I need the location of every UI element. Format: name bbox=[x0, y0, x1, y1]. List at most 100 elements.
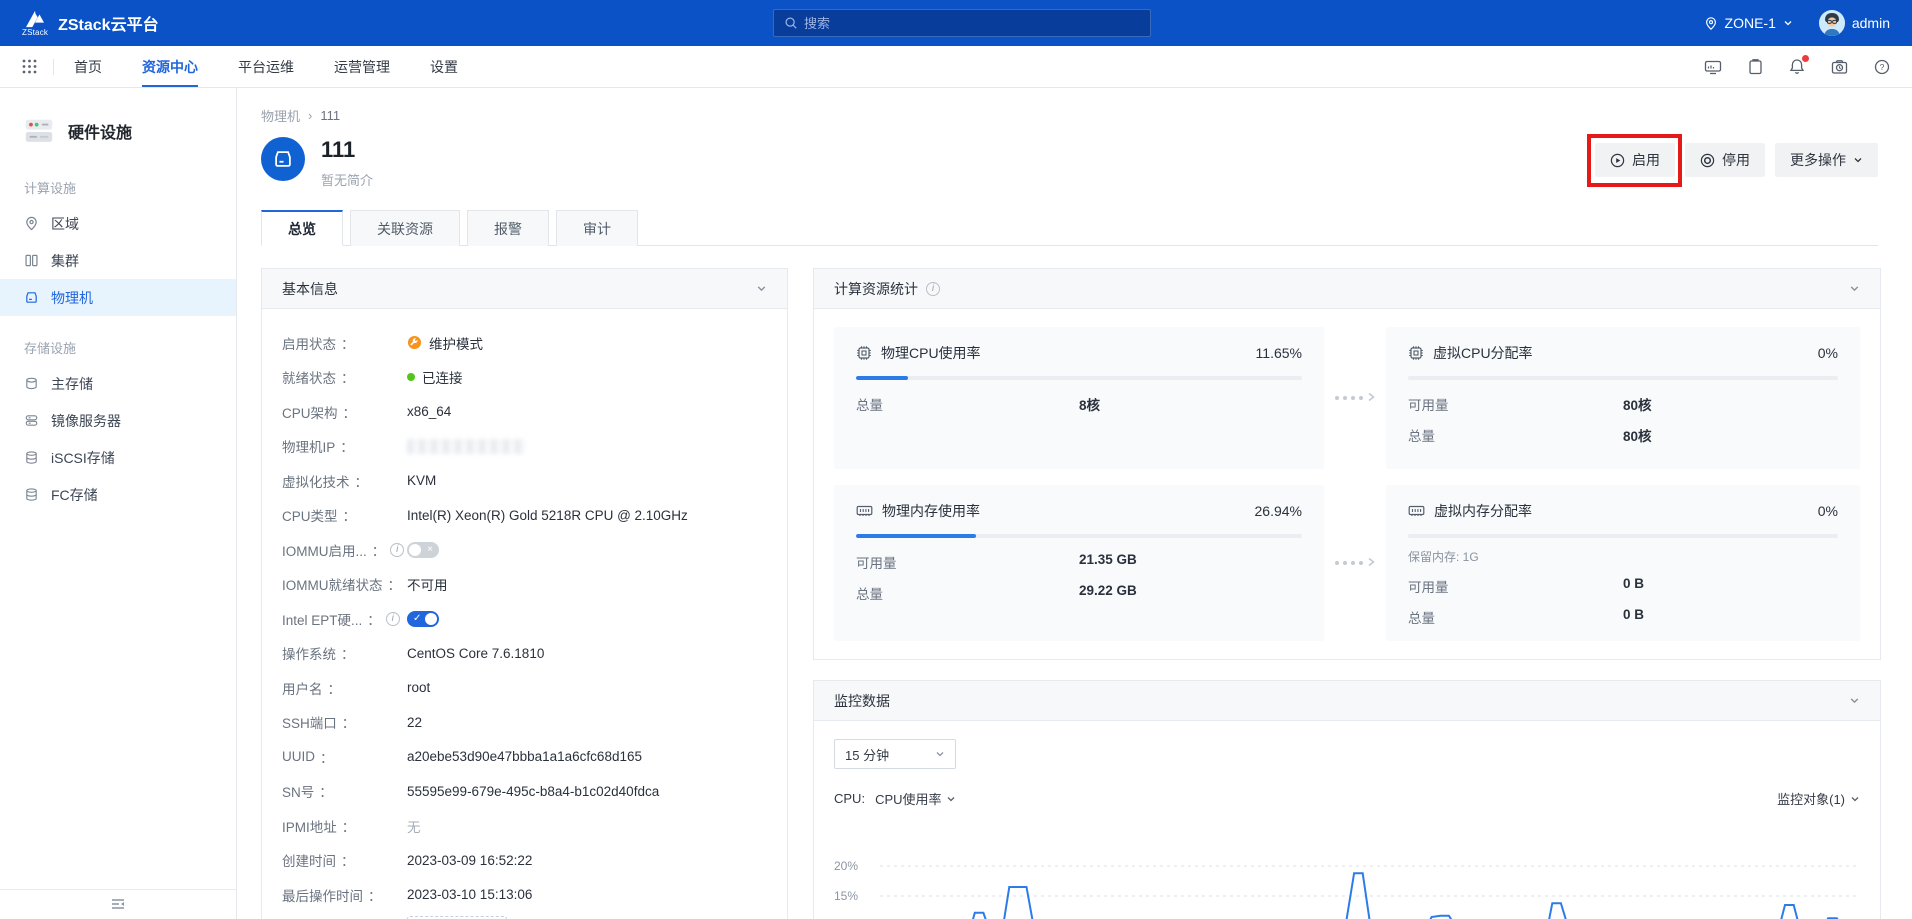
info-label: 物理机IP ： bbox=[282, 436, 407, 456]
arrow-head bbox=[1367, 389, 1375, 407]
sidebar-item-物理机[interactable]: 物理机 bbox=[0, 279, 236, 316]
tab-总览[interactable]: 总览 bbox=[261, 210, 343, 246]
sidebar-collapse-button[interactable] bbox=[0, 889, 236, 919]
sidebar-item-主存储[interactable]: 主存储 bbox=[0, 365, 236, 402]
info-label-text: 最后操作时间 bbox=[282, 885, 363, 905]
info-value-text: CentOS Core 7.6.1810 bbox=[407, 646, 544, 661]
tab-报警[interactable]: 报警 bbox=[467, 210, 549, 246]
monitor-header[interactable]: 监控数据 bbox=[814, 681, 1880, 721]
info-label: 最后操作时间 ： bbox=[282, 885, 407, 905]
info-value-text: root bbox=[407, 680, 430, 695]
memory-icon bbox=[1408, 504, 1425, 518]
label-colon: ： bbox=[340, 436, 354, 456]
divider bbox=[53, 59, 54, 75]
tab-关联资源[interactable]: 关联资源 bbox=[350, 210, 460, 246]
global-search[interactable] bbox=[773, 9, 1151, 37]
label-colon: ： bbox=[341, 850, 355, 870]
button-label: 停用 bbox=[1722, 150, 1750, 170]
info-row: SN号 ：55595e99-679e-495c-b8a4-b1c02d40fdc… bbox=[282, 774, 767, 809]
nav-item-设置[interactable]: 设置 bbox=[430, 46, 458, 87]
metric-select[interactable]: CPU使用率 bbox=[875, 789, 955, 808]
stat-row-value: 80核 bbox=[1623, 394, 1652, 414]
toggle-off[interactable]: × bbox=[407, 542, 439, 558]
user-menu[interactable]: admin bbox=[1819, 10, 1890, 36]
info-row: SSH端口 ：22 bbox=[282, 705, 767, 740]
basic-info-header[interactable]: 基本信息 bbox=[262, 269, 787, 309]
dotted-arrow-icon bbox=[1324, 327, 1386, 469]
zone-selector[interactable]: ZONE-1 bbox=[1704, 15, 1793, 31]
chevron-down-icon[interactable] bbox=[756, 283, 767, 294]
monitor-target-label: 监控对象(1) bbox=[1777, 789, 1845, 808]
label-colon: ： bbox=[328, 678, 342, 698]
info-icon[interactable]: i bbox=[390, 543, 404, 557]
operation-history-icon[interactable] bbox=[1831, 59, 1848, 75]
info-value: 无 bbox=[407, 816, 421, 836]
nav-item-资源中心[interactable]: 资源中心 bbox=[142, 46, 198, 87]
info-value: 已连接 bbox=[407, 367, 463, 387]
cpu-icon bbox=[1408, 345, 1424, 361]
nav-item-首页[interactable]: 首页 bbox=[74, 46, 102, 87]
nav-item-运营管理[interactable]: 运营管理 bbox=[334, 46, 390, 87]
clipboard-icon[interactable] bbox=[1748, 58, 1763, 75]
info-value: CentOS Core 7.6.1810 bbox=[407, 646, 544, 661]
info-value-text: a20ebe53d90e47bbba1a1a6cfc68d165 bbox=[407, 749, 642, 764]
info-value-text: 无 bbox=[407, 816, 421, 836]
label-colon: ： bbox=[342, 712, 356, 732]
info-icon[interactable]: i bbox=[926, 282, 940, 296]
info-row: IPMI地址 ：无 bbox=[282, 808, 767, 843]
dot bbox=[1343, 561, 1347, 565]
sidebar-item-镜像服务器[interactable]: 镜像服务器 bbox=[0, 402, 236, 439]
svg-text:?: ? bbox=[1880, 62, 1885, 72]
chevron-down-icon[interactable] bbox=[1849, 283, 1860, 294]
compute-stats-title: 计算资源统计 bbox=[834, 279, 918, 299]
status-dot bbox=[407, 373, 415, 381]
toggle-on[interactable]: ✓ bbox=[407, 611, 439, 627]
compute-stats-header[interactable]: 计算资源统计 i bbox=[814, 269, 1880, 309]
action-button-更多操作[interactable]: 更多操作 bbox=[1775, 143, 1878, 177]
info-icon[interactable]: i bbox=[386, 612, 400, 626]
search-input[interactable] bbox=[804, 16, 1140, 31]
help-icon[interactable]: ? bbox=[1874, 59, 1890, 75]
info-label-text: SN号 bbox=[282, 781, 314, 801]
stat-card-物理CPU使用率: 物理CPU使用率11.65%总量8核 bbox=[834, 327, 1324, 469]
status-text: 已连接 bbox=[422, 367, 463, 387]
stat-row: 可用量21.35 GB bbox=[856, 552, 1302, 572]
info-label: 创建时间 ： bbox=[282, 850, 407, 870]
stat-card-title-row: 虚拟CPU分配率0% bbox=[1408, 343, 1838, 363]
tab-审计[interactable]: 审计 bbox=[556, 210, 638, 246]
sidebar-item-iSCSI存储[interactable]: iSCSI存储 bbox=[0, 439, 236, 476]
stat-card-title-row: 物理CPU使用率11.65% bbox=[856, 343, 1302, 363]
sidebar-item-FC存储[interactable]: FC存储 bbox=[0, 476, 236, 513]
image-server-icon bbox=[24, 413, 39, 428]
dot bbox=[1335, 396, 1339, 400]
stat-card-虚拟内存分配率: 虚拟内存分配率0%保留内存: 1G可用量0 B总量0 B bbox=[1386, 485, 1860, 641]
sidebar-item-区域[interactable]: 区域 bbox=[0, 205, 236, 242]
info-value-text: 55595e99-679e-495c-b8a4-b1c02d40fdca bbox=[407, 784, 659, 799]
chevron-down-icon[interactable] bbox=[1849, 695, 1860, 706]
label-colon: ： bbox=[341, 333, 355, 353]
period-select[interactable]: 15 分钟 bbox=[834, 739, 956, 769]
info-label-text: 启用状态 bbox=[282, 333, 336, 353]
info-value: Intel(R) Xeon(R) Gold 5218R CPU @ 2.10GH… bbox=[407, 508, 688, 523]
info-label-text: Intel EPT硬... bbox=[282, 609, 362, 629]
info-row: IOMMU就绪状态 ：不可用 bbox=[282, 567, 767, 602]
action-button-停用[interactable]: 停用 bbox=[1685, 143, 1765, 177]
sidebar-item-集群[interactable]: 集群 bbox=[0, 242, 236, 279]
console-icon[interactable] bbox=[1704, 59, 1722, 75]
info-value-text: Intel(R) Xeon(R) Gold 5218R CPU @ 2.10GH… bbox=[407, 508, 688, 523]
nav-item-平台运维[interactable]: 平台运维 bbox=[238, 46, 294, 87]
breadcrumb: 物理机›111 bbox=[261, 106, 1878, 125]
stat-row: 总量29.22 GB bbox=[856, 583, 1302, 603]
bell-icon[interactable] bbox=[1789, 58, 1805, 75]
action-button-启用[interactable]: 启用 bbox=[1595, 143, 1675, 177]
monitor-target-select[interactable]: 监控对象(1) bbox=[1777, 789, 1860, 808]
stat-card-title: 虚拟内存分配率 bbox=[1434, 501, 1532, 521]
cluster-icon bbox=[24, 253, 39, 268]
breadcrumb-item[interactable]: 物理机 bbox=[261, 106, 300, 125]
info-label: 操作系统 ： bbox=[282, 643, 407, 663]
stat-row-label: 总量 bbox=[856, 583, 1079, 603]
stat-card-title: 物理内存使用率 bbox=[882, 501, 980, 521]
app-grid-icon[interactable] bbox=[22, 46, 37, 87]
info-value-text: 不可用 bbox=[407, 574, 448, 594]
info-label: SSH端口 ： bbox=[282, 712, 407, 732]
